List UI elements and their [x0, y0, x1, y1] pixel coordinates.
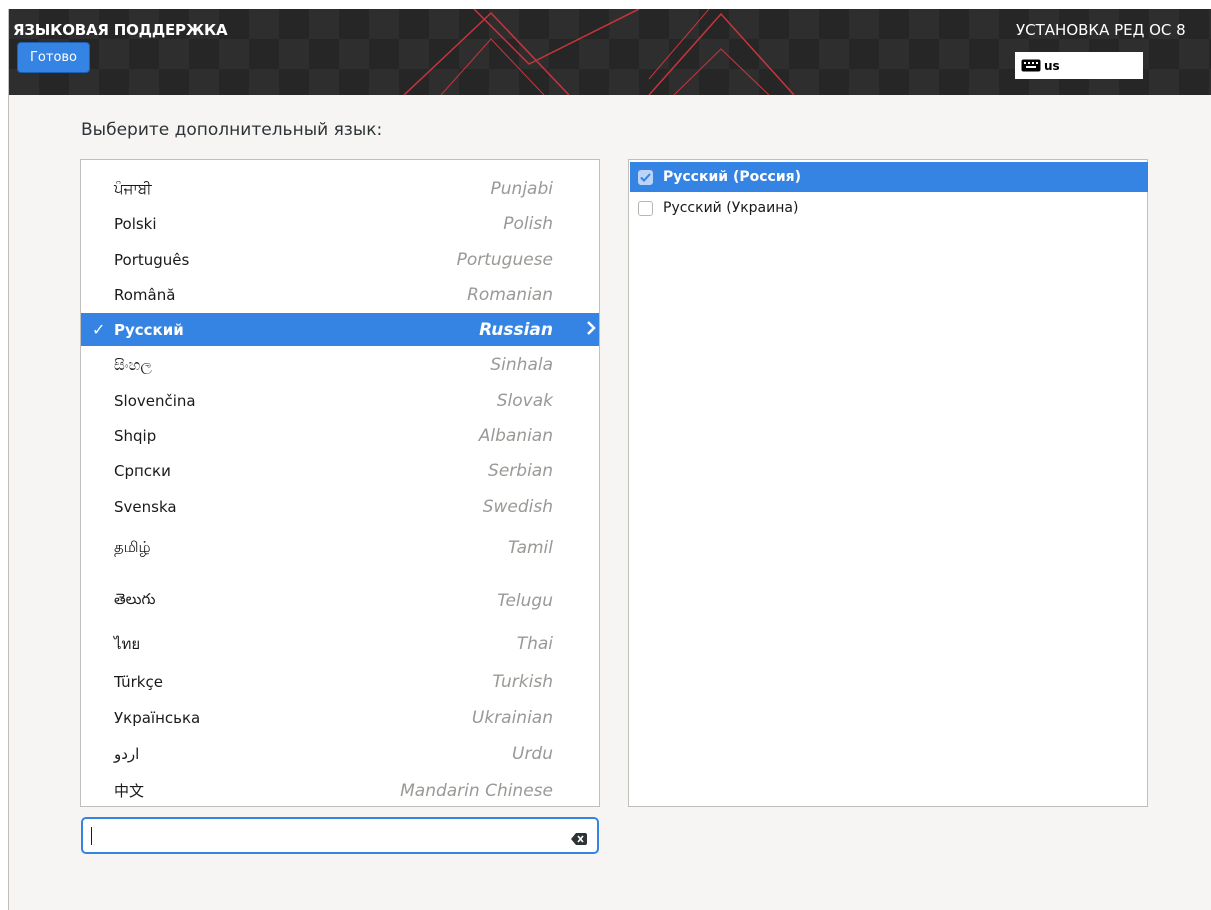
- language-native-name: ਪੰਜਾਬੀ: [114, 179, 152, 198]
- language-native-name: Polski: [114, 214, 157, 233]
- language-english-name: Swedish: [482, 496, 553, 517]
- language-native-name: 中文: [114, 782, 145, 800]
- language-native-name: Shqip: [114, 426, 157, 445]
- language-native-name: Slovenčina: [114, 391, 196, 410]
- language-row-sinhala[interactable]: සිංහල Sinhala: [81, 348, 599, 381]
- language-native-name: Svenska: [114, 497, 177, 516]
- language-english-name: Serbian: [488, 460, 553, 481]
- select-language-prompt: Выберите дополнительный язык:: [81, 120, 383, 140]
- language-list: ਪੰਜਾਬੀ Punjabi Polski Polish Português P…: [80, 159, 600, 807]
- text-caret: [91, 827, 92, 845]
- language-english-name: Polish: [503, 213, 553, 234]
- locale-row-ru-ua[interactable]: Русский (Украина): [630, 193, 1148, 223]
- checkmark-icon: ✓: [92, 320, 106, 339]
- language-native-name: Українська: [114, 708, 201, 727]
- language-english-name: Urdu: [512, 743, 553, 764]
- language-row-romanian[interactable]: Română Romanian: [81, 278, 599, 311]
- locale-row-ru-ru[interactable]: Русский (Россия): [630, 162, 1148, 192]
- language-native-name: தமிழ்: [114, 537, 151, 556]
- language-english-name: Punjabi: [490, 178, 553, 199]
- language-row-albanian[interactable]: Shqip Albanian: [81, 419, 599, 452]
- language-row-punjabi[interactable]: ਪੰਜਾਬੀ Punjabi: [81, 172, 599, 205]
- keyboard-icon: [1021, 59, 1041, 72]
- language-english-name: Tamil: [507, 537, 553, 558]
- locale-label: Русский (Россия): [663, 169, 802, 185]
- language-support-window: ЯЗЫКОВАЯ ПОДДЕРЖКА Готово УСТАНОВКА РЕД …: [8, 9, 1211, 910]
- language-row-urdu[interactable]: اردو Urdu: [81, 737, 599, 770]
- language-row-tamil[interactable]: தமிழ் Tamil: [81, 531, 599, 564]
- language-native-name: ไทย: [114, 634, 141, 653]
- language-row-russian[interactable]: ✓ Русский Russian: [81, 313, 599, 346]
- language-english-name: Telugu: [497, 590, 553, 611]
- language-english-name: Ukrainian: [471, 707, 553, 728]
- clear-search-icon[interactable]: [571, 830, 587, 845]
- language-row-ukrainian[interactable]: Українська Ukrainian: [81, 701, 599, 734]
- language-english-name: Turkish: [492, 671, 553, 692]
- language-native-name: اردو: [114, 744, 140, 763]
- spoke-title: ЯЗЫКОВАЯ ПОДДЕРЖКА: [13, 21, 228, 39]
- locale-checkbox[interactable]: [638, 200, 653, 216]
- language-native-name: Русский: [114, 320, 184, 339]
- language-native-name: Português: [114, 250, 190, 269]
- header-bar: ЯЗЫКОВАЯ ПОДДЕРЖКА Готово УСТАНОВКА РЕД …: [9, 9, 1211, 95]
- language-english-name: Russian: [479, 319, 553, 340]
- search-input[interactable]: [91, 825, 561, 847]
- language-english-name: Romanian: [467, 284, 553, 305]
- language-search-field[interactable]: [81, 817, 599, 854]
- language-row-telugu[interactable]: తెలుగు Telugu: [81, 584, 599, 617]
- language-english-name: Thai: [516, 633, 553, 654]
- language-row-portuguese[interactable]: Português Portuguese: [81, 243, 599, 276]
- language-row-serbian[interactable]: Српски Serbian: [81, 454, 599, 487]
- language-row-slovak[interactable]: Slovenčina Slovak: [81, 384, 599, 417]
- language-english-name: Sinhala: [490, 354, 553, 375]
- language-row-swedish[interactable]: Svenska Swedish: [81, 490, 599, 523]
- language-native-name: Română: [114, 285, 176, 304]
- language-row-turkish[interactable]: Türkçe Turkish: [81, 665, 599, 698]
- language-english-name: Slovak: [496, 390, 553, 411]
- language-native-name: Српски: [114, 461, 171, 480]
- language-row-polish[interactable]: Polski Polish: [81, 207, 599, 240]
- language-native-name: తెలుగు: [114, 589, 156, 608]
- locale-label: Русский (Украина): [663, 200, 799, 216]
- done-button[interactable]: Готово: [17, 42, 90, 73]
- locale-checkbox[interactable]: [638, 169, 653, 185]
- language-row-thai[interactable]: ไทย Thai: [81, 627, 599, 660]
- product-title: УСТАНОВКА РЕД ОС 8: [1016, 21, 1186, 39]
- language-english-name: Albanian: [478, 425, 553, 446]
- language-english-name: Portuguese: [456, 249, 553, 270]
- language-native-name: Türkçe: [114, 672, 163, 691]
- keyboard-layout-indicator[interactable]: us: [1015, 52, 1143, 79]
- language-native-name: සිංහල: [114, 355, 152, 374]
- chevron-right-icon: [585, 320, 597, 339]
- language-english-name: Mandarin Chinese: [400, 780, 553, 801]
- locale-list: Русский (Россия) Русский (Украина): [628, 159, 1148, 807]
- language-row-mandarin-chinese[interactable]: 中文 Mandarin Chinese: [81, 774, 599, 806]
- keyboard-layout-label: us: [1044, 58, 1060, 73]
